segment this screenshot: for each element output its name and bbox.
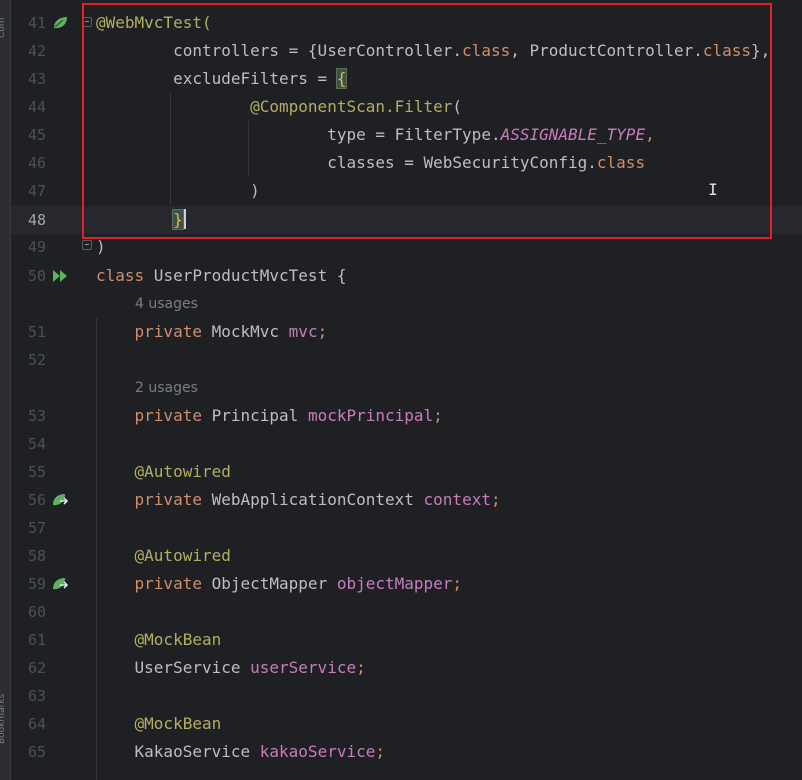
- code-line-50: 50 class UserProductMvcTest {: [0, 262, 802, 290]
- line-number: 52: [27, 351, 46, 369]
- line-number: 43: [27, 70, 46, 88]
- line-number: 56: [27, 491, 46, 509]
- partial-line-text: new: [96, 0, 121, 6]
- code-line-56: 56 private WebApplicationContext context…: [0, 486, 802, 514]
- bean-navigation-icon[interactable]: [51, 576, 69, 592]
- line-number: 62: [27, 659, 46, 677]
- line-number: 65: [27, 743, 46, 761]
- code-line-49: 49 ): [0, 233, 802, 261]
- matched-brace: {: [335, 68, 348, 89]
- code-line-64: 64 @MockBean: [0, 710, 802, 738]
- line-number: 46: [27, 154, 46, 172]
- line-number: 61: [27, 631, 46, 649]
- matched-brace: }: [172, 209, 184, 230]
- code-line-54: 54: [0, 430, 802, 458]
- code-line-47: 47 ): [0, 177, 802, 205]
- code-line-42: 42 controllers = {UserController.class, …: [0, 37, 802, 65]
- line-number: 48: [27, 211, 46, 229]
- line-number: 53: [27, 407, 46, 425]
- usages-hint[interactable]: 4 usages: [135, 290, 198, 318]
- code-line-45: 45 type = FilterType.ASSIGNABLE_TYPE,: [0, 121, 802, 149]
- line-number: 50: [27, 267, 46, 285]
- mouse-ibeam-cursor: I: [708, 180, 718, 199]
- line-number: 64: [27, 715, 46, 733]
- spring-leaf-icon[interactable]: [51, 15, 69, 31]
- text-caret: [183, 209, 186, 229]
- run-tests-icon[interactable]: [51, 268, 69, 284]
- code-line-58: 58 @Autowired: [0, 542, 802, 570]
- usages-hint[interactable]: 2 usages: [135, 374, 198, 402]
- bean-navigation-icon[interactable]: [51, 492, 69, 508]
- code-line-55: 55 @Autowired: [0, 458, 802, 486]
- code-line-62: 62 UserService userService;: [0, 654, 802, 682]
- code-line-60: 60: [0, 598, 802, 626]
- code-line-63: 63: [0, 682, 802, 710]
- code-line-46: 46 classes = WebSecurityConfig.class: [0, 149, 802, 177]
- line-number: 47: [27, 182, 46, 200]
- line-number: 54: [27, 435, 46, 453]
- code-line-51: 51 private MockMvc mvc;: [0, 318, 802, 346]
- code-line-53: 53 private Principal mockPrincipal;: [0, 402, 802, 430]
- line-number: 44: [27, 98, 46, 116]
- line-number: 41: [27, 14, 46, 32]
- code-line-41: 41 @WebMvcTest(: [0, 9, 802, 37]
- code-editor[interactable]: Com Bookmarks new 41 @WebMvcTest( 42 con…: [0, 0, 802, 780]
- line-number: 45: [27, 126, 46, 144]
- code-line-65: 65 KakaoService kakaoService;: [0, 738, 802, 766]
- line-number: 60: [27, 603, 46, 621]
- line-number: 63: [27, 687, 46, 705]
- code-line-61: 61 @MockBean: [0, 626, 802, 654]
- annotation-text: @WebMvcTest(: [96, 13, 212, 32]
- code-line-43: 43 excludeFilters = {: [0, 65, 802, 93]
- line-number: 58: [27, 547, 46, 565]
- code-line-52: 52: [0, 346, 802, 374]
- line-number: 49: [27, 238, 46, 256]
- code-line-59: 59 private ObjectMapper objectMapper;: [0, 570, 802, 598]
- line-number: 55: [27, 463, 46, 481]
- code-line-44: 44 @ComponentScan.Filter(: [0, 93, 802, 121]
- line-number: 59: [27, 575, 46, 593]
- line-number: 57: [27, 519, 46, 537]
- code-line-57: 57: [0, 514, 802, 542]
- line-number: 51: [27, 323, 46, 341]
- code-line-48: 48 }: [0, 206, 802, 234]
- line-number: 42: [27, 42, 46, 60]
